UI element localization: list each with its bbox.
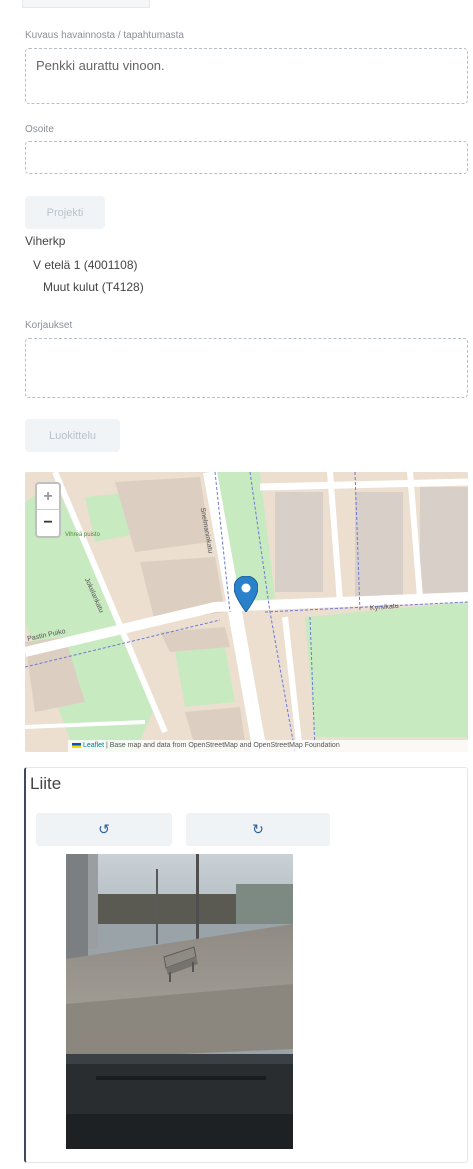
map-zoom-control: + − [35,482,61,538]
rotate-right-button[interactable]: ↻ [186,813,330,846]
address-value [26,142,467,160]
previous-section-stub [22,0,150,8]
zoom-in-button[interactable]: + [37,484,59,510]
repairs-field[interactable] [25,338,468,398]
ukraine-flag-icon [72,742,81,748]
zoom-out-button[interactable]: − [37,510,59,536]
description-value: Penkki aurattu vinoon. [36,58,165,73]
rotate-right-icon: ↻ [252,821,264,837]
map-tiles [25,472,468,752]
classify-button[interactable]: Luokittelu [25,419,120,452]
rotate-left-button[interactable]: ↺ [36,813,172,846]
address-field[interactable] [25,141,468,174]
rotate-left-icon: ↺ [98,821,110,837]
map-label-green-area: Vihreä puisto [65,532,100,538]
repairs-value [26,339,467,357]
map[interactable]: Snelmaninkatu Kyrsikatu Pastin Puiko Jok… [25,472,468,752]
attribution-text: | Base map and data from OpenStreetMap a… [105,742,340,749]
description-field[interactable]: Penkki aurattu vinoon. [25,48,468,104]
project-tree-level3[interactable]: Muut kulut (T4128) [43,280,144,294]
map-attribution: Leaflet | Base map and data from OpenStr… [68,740,468,752]
photo-image [66,854,293,1149]
attachment-photo[interactable] [66,854,293,1149]
project-tree-level2[interactable]: V etelä 1 (4001108) [33,258,138,272]
repairs-label: Korjaukset [25,320,73,331]
leaflet-link[interactable]: Leaflet [83,742,104,749]
description-label: Kuvaus havainnosta / tapahtumasta [25,30,184,41]
attachment-panel: Liite ↺ ↻ [24,767,468,1163]
project-button[interactable]: Projekti [25,196,105,229]
location-marker-icon[interactable] [234,576,258,612]
attachment-title: Liite [30,774,62,793]
project-tree-level1[interactable]: Viherkp [25,234,65,248]
address-label: Osoite [25,124,54,135]
